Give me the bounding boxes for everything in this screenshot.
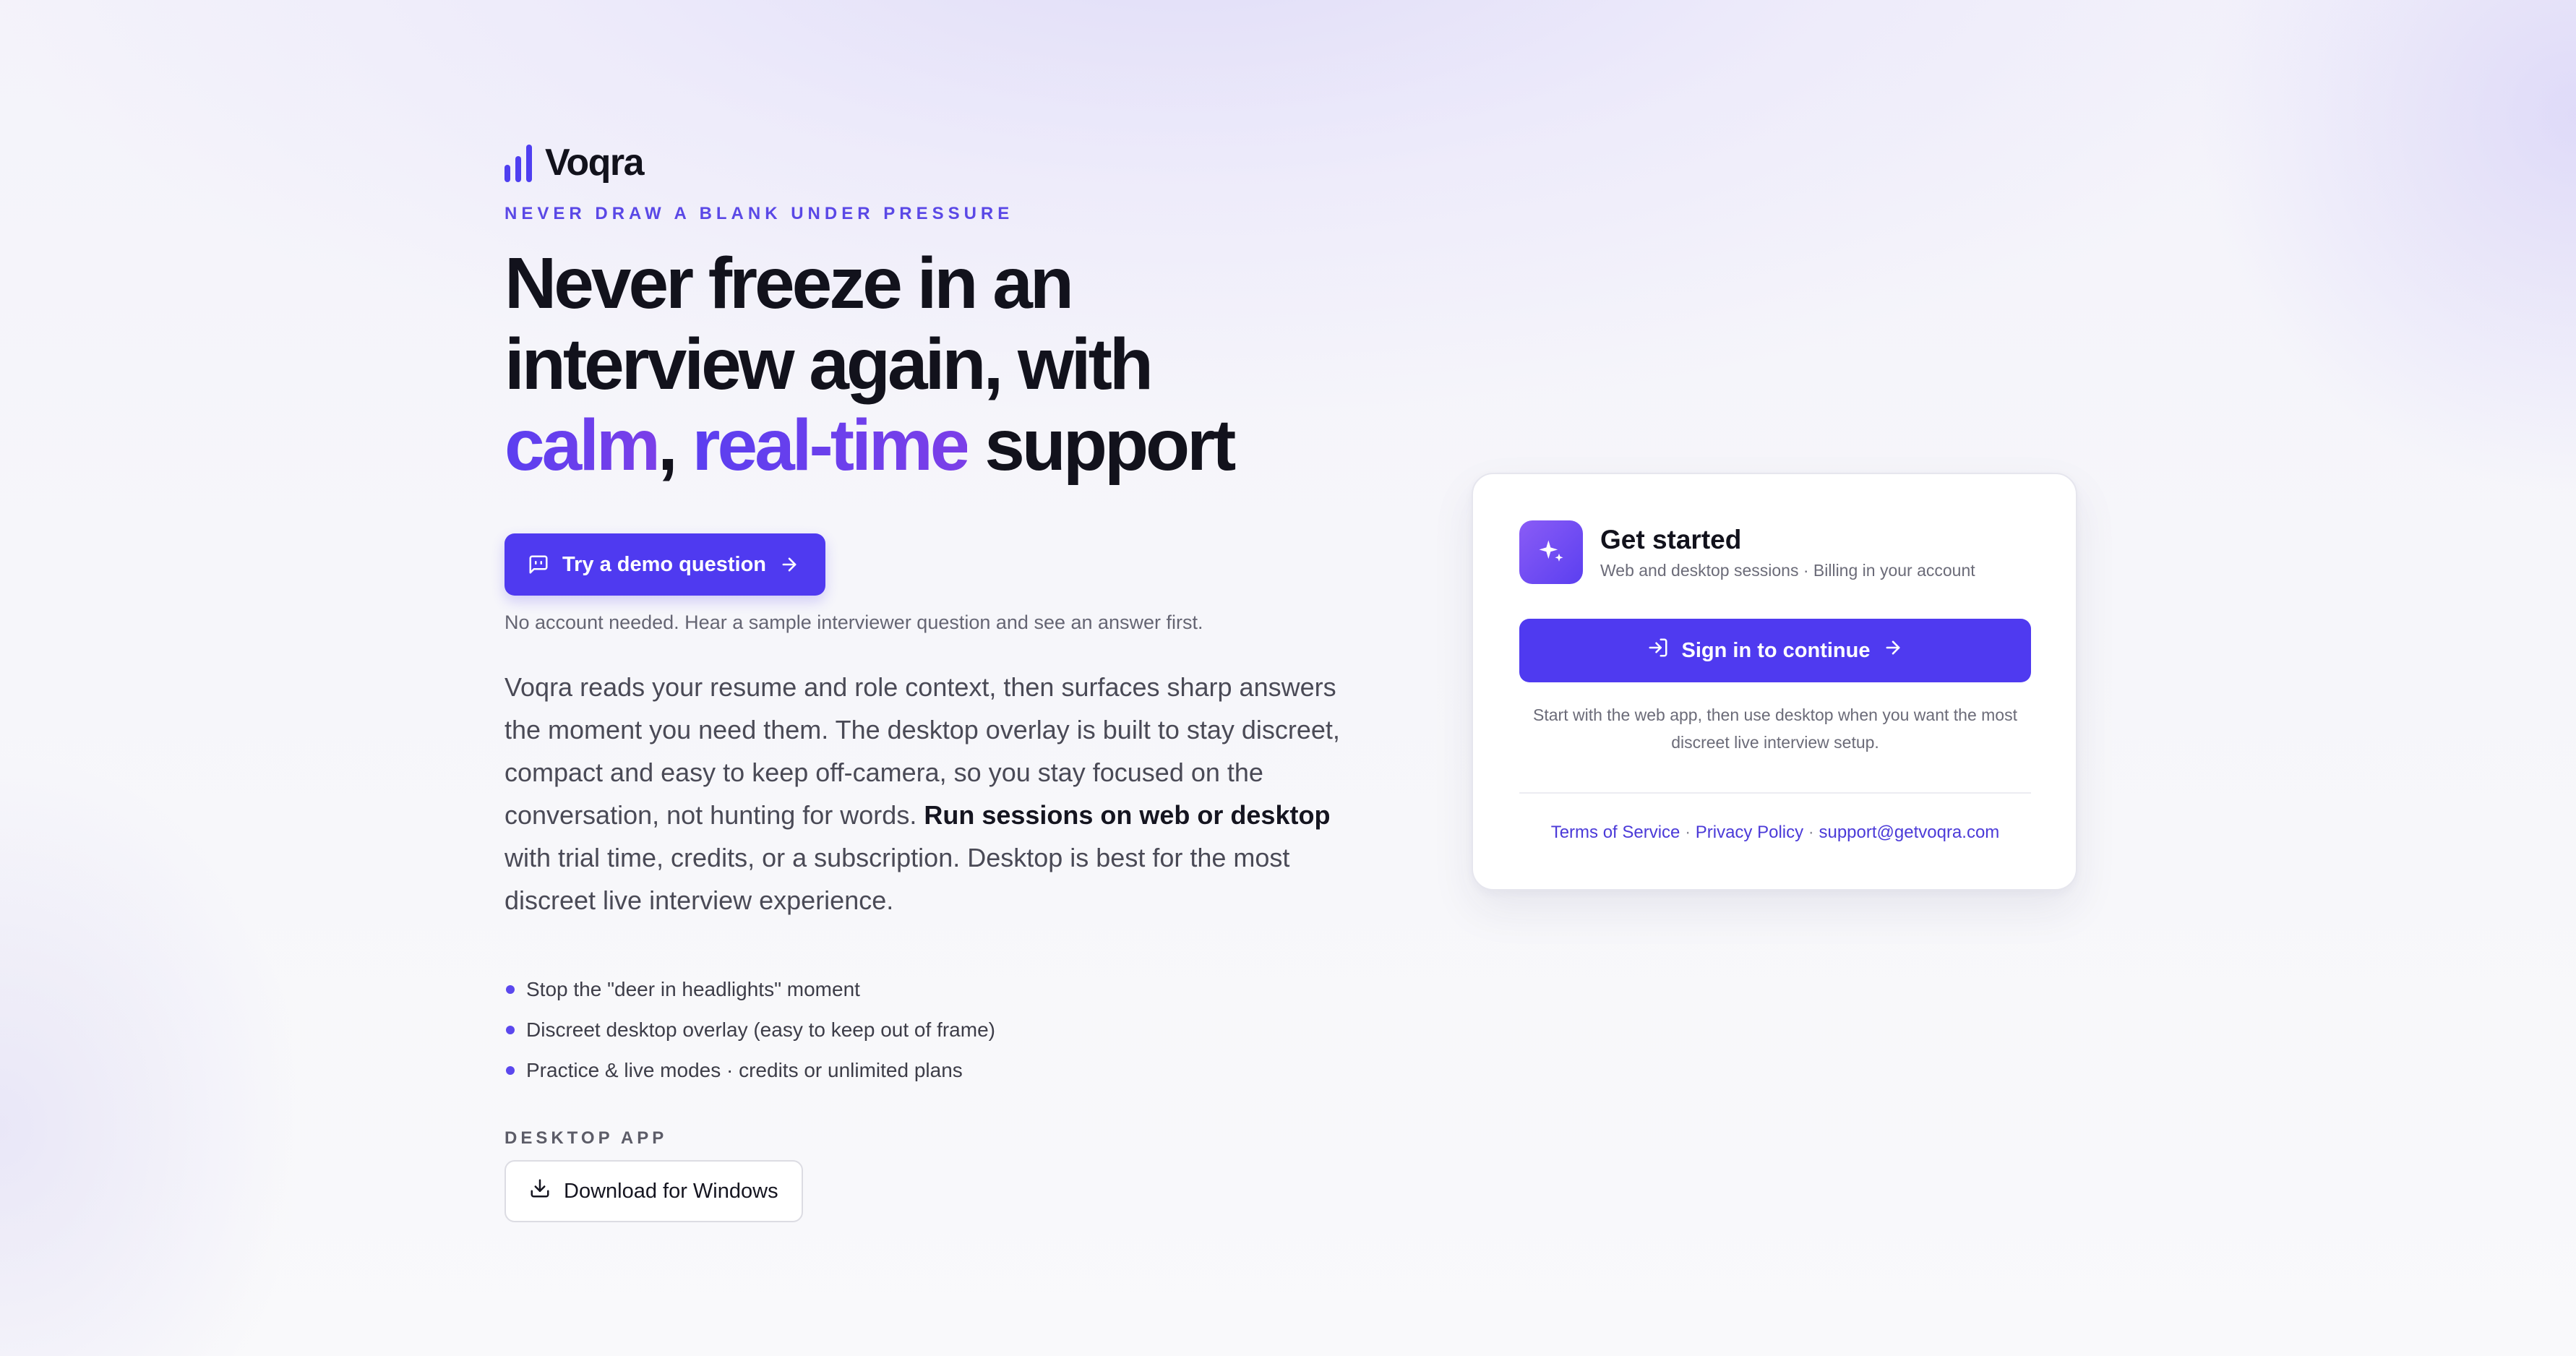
terms-link[interactable]: Terms of Service bbox=[1551, 823, 1680, 842]
demo-note: No account needed. Hear a sample intervi… bbox=[505, 612, 1203, 633]
feature-text: Practice & live modes · credits or unlim… bbox=[526, 1059, 963, 1081]
bar-chart-icon bbox=[505, 143, 533, 182]
get-started-card: Get started Web and desktop sessions · B… bbox=[1472, 473, 2077, 891]
link-separator: · bbox=[1808, 823, 1814, 842]
log-in-icon bbox=[1647, 637, 1669, 664]
download-windows-button[interactable]: Download for Windows bbox=[505, 1160, 803, 1222]
download-icon bbox=[529, 1177, 551, 1205]
bullet-dot-icon bbox=[506, 985, 515, 994]
hero-headline: Never freeze in an interview again, with… bbox=[505, 243, 1357, 486]
card-subtitle: Web and desktop sessions · Billing in yo… bbox=[1600, 560, 1975, 580]
headline-word-calm: calm bbox=[505, 405, 661, 486]
support-email-link[interactable]: support@getvoqra.com bbox=[1819, 823, 1999, 842]
hero-eyebrow: NEVER DRAW A BLANK UNDER PRESSURE bbox=[505, 204, 1014, 223]
hero-section: Voqra NEVER DRAW A BLANK UNDER PRESSURE … bbox=[505, 137, 1357, 1222]
arrow-right-icon bbox=[1883, 638, 1903, 664]
try-demo-label: Try a demo question bbox=[562, 552, 766, 576]
feature-item: Discreet desktop overlay (easy to keep o… bbox=[505, 1010, 1357, 1050]
feature-text: Stop the "deer in headlights" moment bbox=[526, 978, 860, 1000]
brand-name: Voqra bbox=[545, 142, 645, 184]
card-title: Get started bbox=[1600, 524, 1742, 554]
description-emphasis: Run sessions on web or desktop bbox=[924, 800, 1331, 830]
card-note: Start with the web app, then use desktop… bbox=[1533, 705, 2017, 752]
feature-item: Stop the "deer in headlights" moment bbox=[505, 969, 1357, 1010]
feature-list: Stop the "deer in headlights" moment Dis… bbox=[505, 969, 1357, 1091]
card-divider bbox=[1519, 792, 2031, 794]
feature-text: Discreet desktop overlay (easy to keep o… bbox=[526, 1018, 995, 1041]
headline-word-realtime: real-time bbox=[692, 405, 971, 486]
arrow-right-icon bbox=[779, 554, 799, 575]
desktop-app-label: DESKTOP APP bbox=[505, 1128, 668, 1148]
brand-logo[interactable]: Voqra bbox=[505, 137, 1357, 188]
feature-item: Practice & live modes · credits or unlim… bbox=[505, 1050, 1357, 1091]
privacy-link[interactable]: Privacy Policy bbox=[1696, 823, 1803, 842]
description-part-2: with trial time, credits, or a subscript… bbox=[505, 843, 1290, 915]
try-demo-button[interactable]: Try a demo question bbox=[505, 533, 825, 596]
sparkles-icon bbox=[1519, 520, 1583, 584]
link-separator: · bbox=[1685, 823, 1691, 842]
headline-word-support: support bbox=[984, 405, 1236, 486]
bullet-dot-icon bbox=[506, 1066, 515, 1075]
headline-comma: , bbox=[657, 405, 678, 486]
message-square-icon bbox=[528, 554, 549, 575]
legal-links: Terms of Service · Privacy Policy · supp… bbox=[1519, 823, 2031, 843]
bullet-dot-icon bbox=[506, 1026, 515, 1034]
sign-in-button[interactable]: Sign in to continue bbox=[1519, 619, 2031, 682]
headline-line-1: Never freeze in an bbox=[505, 243, 1074, 324]
card-header: Get started Web and desktop sessions · B… bbox=[1519, 520, 1975, 584]
download-windows-label: Download for Windows bbox=[564, 1179, 778, 1203]
headline-line-2: interview again, with bbox=[505, 324, 1154, 405]
sign-in-label: Sign in to continue bbox=[1681, 638, 1871, 662]
product-description: Voqra reads your resume and role context… bbox=[505, 666, 1350, 922]
